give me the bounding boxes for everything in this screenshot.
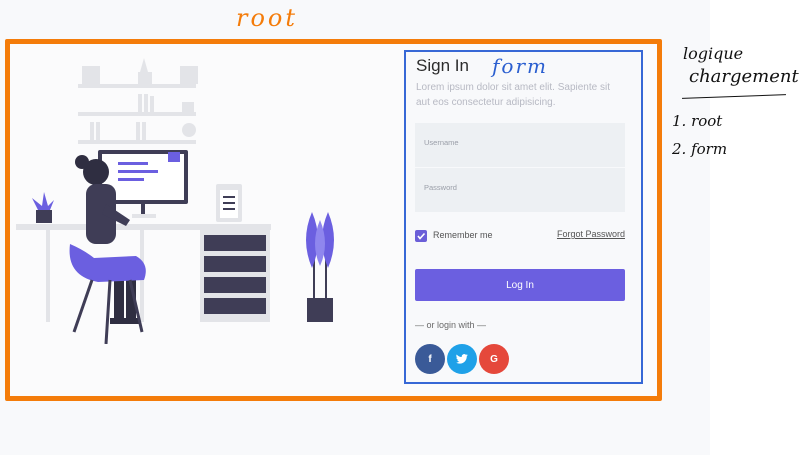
- password-placeholder: Password: [424, 183, 457, 192]
- password-field[interactable]: Password: [415, 168, 625, 212]
- notes-step-1: 1. root: [672, 112, 723, 130]
- twitter-icon: [456, 354, 468, 364]
- remember-label: Remember me: [433, 230, 493, 240]
- facebook-login-button[interactable]: f: [415, 344, 445, 374]
- form-subtitle: Lorem ipsum dolor sit amet elit. Sapient…: [416, 82, 610, 108]
- twitter-login-button[interactable]: [447, 344, 477, 374]
- form-annotation: form: [492, 54, 548, 78]
- username-field[interactable]: Username: [415, 123, 625, 167]
- notes-title-line2: chargement: [689, 66, 799, 87]
- form-title: Sign In: [416, 56, 469, 75]
- google-login-button[interactable]: G: [479, 344, 509, 374]
- forgot-password-link[interactable]: Forgot Password: [557, 229, 625, 239]
- root-annotation: root: [236, 4, 299, 32]
- notes-title-line1: logique: [683, 44, 744, 63]
- alt-login-text: — or login with —: [415, 320, 487, 330]
- sign-in-form: Sign In Lorem ipsum dolor sit amet elit.…: [404, 50, 643, 384]
- login-button[interactable]: Log In: [415, 269, 625, 301]
- facebook-icon: f: [428, 353, 432, 365]
- check-icon: [417, 232, 426, 240]
- workspace-illustration: [16, 58, 334, 344]
- remember-checkbox[interactable]: [415, 230, 427, 242]
- username-placeholder: Username: [424, 138, 459, 147]
- notes-step-2: 2. form: [672, 140, 728, 158]
- google-icon: G: [490, 353, 498, 365]
